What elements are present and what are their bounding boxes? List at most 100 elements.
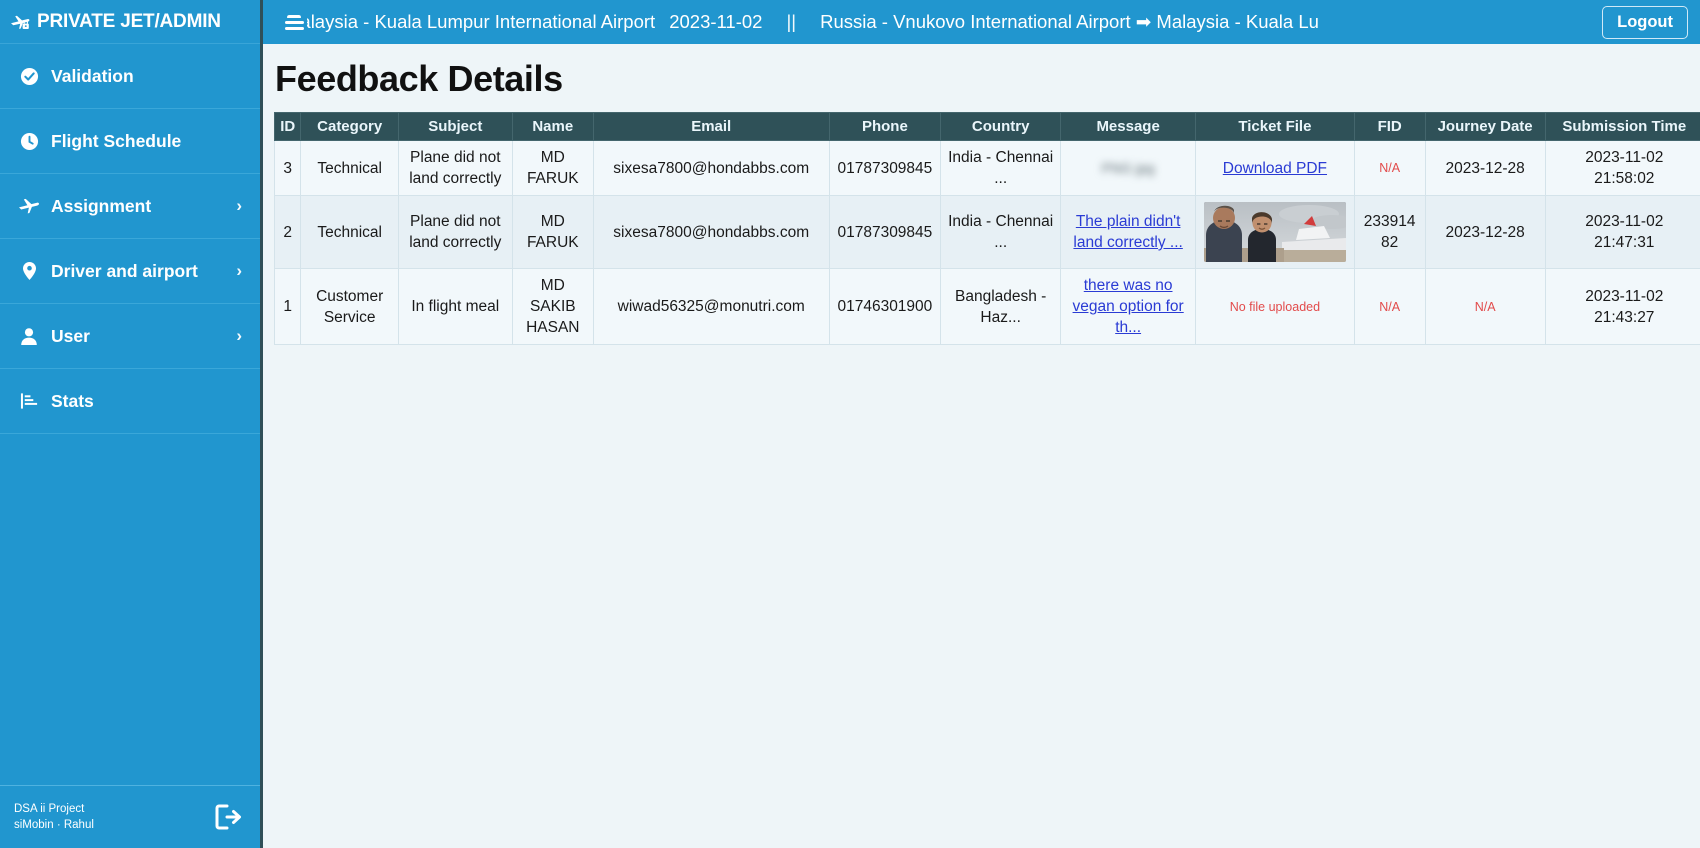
table-body: 3 Technical Plane did not land correctly MD… <box>273 140 1700 345</box>
sidebar-footer: DSA ii Project siMobin · Rahul <box>0 785 260 848</box>
sidebar-item-label: Flight Schedule <box>51 130 182 151</box>
submission-clock: 21:43:27 <box>1594 308 1655 326</box>
cell-message[interactable]: there was no vegan option for th... <box>1060 268 1197 345</box>
cell-phone: 01787309845 <box>828 140 942 196</box>
column-header-category: Category <box>300 112 399 141</box>
project-credits: siMobin · Rahul <box>14 819 94 831</box>
cell-message: PNG jpg <box>1060 140 1197 196</box>
cell-id: 2 <box>273 195 302 269</box>
check-circle-icon <box>18 67 40 86</box>
sidebar-item-stats[interactable]: Stats <box>0 369 260 434</box>
table-row[interactable]: 2 Technical Plane did not land correctly MD… <box>273 195 1700 269</box>
cell-message[interactable]: The plain didn't land correctly ... <box>1060 195 1197 269</box>
cell-journey-date: N/A <box>1424 268 1546 345</box>
cell-name: MD FARUK <box>511 140 594 196</box>
submission-date: 2023-11-02 <box>1585 149 1664 166</box>
feedback-table-wrapper: ID Category Subject Name Email Phone Cou… <box>263 112 1700 345</box>
chevron-right-icon[interactable]: › <box>236 261 242 281</box>
cell-phone: 01787309845 <box>828 195 942 269</box>
page-title: Feedback Details <box>275 58 563 99</box>
cell-ticket-file: No file uploaded <box>1195 268 1355 345</box>
cell-category: Technical <box>300 140 399 196</box>
sidebar-item-driver-and-airport[interactable]: Driver and airport › <box>0 239 260 304</box>
cell-ticket-file[interactable] <box>1195 195 1355 269</box>
cell-id: 1 <box>273 268 302 345</box>
column-header-id: ID <box>273 112 302 141</box>
download-pdf-link[interactable]: Download PDF <box>1223 160 1327 177</box>
cell-email: sixesa7800@hondabbs.com <box>592 195 830 269</box>
cell-journey-date: 2023-12-28 <box>1424 195 1546 269</box>
column-header-submission-time: Submission Time <box>1544 112 1700 141</box>
main-area: Malaysia - Kuala Lumpur International Ai… <box>263 0 1700 848</box>
flight-ticker: Malaysia - Kuala Lumpur International Ai… <box>307 0 1592 44</box>
project-name: DSA ii Project <box>14 803 85 815</box>
plane-icon <box>18 197 40 215</box>
column-header-name: Name <box>511 112 594 141</box>
cell-fid-na-badge: N/A <box>1379 299 1401 314</box>
cell-message-link[interactable]: The plain didn't land correctly ... <box>1073 213 1182 251</box>
cell-message-redacted: PNG jpg <box>1101 159 1155 176</box>
submission-date: 2023-11-02 <box>1585 213 1664 230</box>
chevron-right-icon[interactable]: › <box>236 326 242 346</box>
cell-category: Customer Service <box>300 268 399 345</box>
sidebar-item-label: Driver and airport <box>51 260 198 281</box>
brand-title: PRIVATE JET/ADMIN <box>37 10 221 32</box>
table-row[interactable]: 1 Customer Service In flight meal MD SAKIB … <box>273 268 1700 345</box>
hamburger-icon[interactable] <box>281 9 307 35</box>
sidebar-item-assignment[interactable]: Assignment › <box>0 174 260 239</box>
ticket-file-thumbnail[interactable] <box>1203 202 1346 262</box>
cell-ticket-file[interactable]: Download PDF <box>1195 140 1355 196</box>
ticker-separator: || <box>786 11 797 32</box>
sidebar-item-validation[interactable]: Validation <box>0 44 260 109</box>
clock-icon <box>18 132 40 151</box>
ticker-date: 2023-11-02 <box>669 11 763 32</box>
column-header-ticket-file: Ticket File <box>1195 112 1355 141</box>
cell-email: sixesa7800@hondabbs.com <box>592 140 830 196</box>
column-header-fid: FID <box>1353 112 1426 141</box>
sidebar: PRIVATE JET/ADMIN Validation Flight Sche… <box>0 0 263 848</box>
brand-logo[interactable]: PRIVATE JET/ADMIN <box>0 0 260 44</box>
sidebar-item-flight-schedule[interactable]: Flight Schedule <box>0 109 260 174</box>
top-bar: Malaysia - Kuala Lumpur International Ai… <box>263 0 1700 44</box>
column-header-journey-date: Journey Date <box>1424 112 1546 141</box>
ticker-route-2: Russia - Vnukovo International Airport ➡… <box>820 11 1319 32</box>
submission-date: 2023-11-02 <box>1585 287 1664 305</box>
cell-email: wiwad56325@monutri.com <box>592 268 830 345</box>
user-icon <box>18 327 40 346</box>
cell-journey-date-na-badge: N/A <box>1474 299 1496 314</box>
sidebar-item-label: User <box>51 325 90 346</box>
cell-fid: N/A <box>1353 268 1426 345</box>
column-header-message: Message <box>1060 112 1197 141</box>
column-header-subject: Subject <box>397 112 513 141</box>
submission-clock: 21:47:31 <box>1594 234 1655 251</box>
app-root: PRIVATE JET/ADMIN Validation Flight Sche… <box>0 0 1700 848</box>
table-head: ID Category Subject Name Email Phone Cou… <box>273 112 1700 141</box>
cell-category: Technical <box>300 195 399 269</box>
ticker-airport-1: Malaysia - Kuala Lumpur International Ai… <box>307 11 656 32</box>
bar-chart-icon <box>18 392 40 410</box>
cell-submission-time: 2023-11-02 21:58:02 <box>1544 140 1700 196</box>
plane-lock-icon <box>10 14 30 30</box>
cell-country: Bangladesh - Haz... <box>940 268 1062 345</box>
cell-fid: N/A <box>1353 140 1426 196</box>
cell-name: MD FARUK <box>511 195 594 269</box>
cell-message-link[interactable]: there was no vegan option for th... <box>1073 277 1184 336</box>
cell-journey-date: 2023-12-28 <box>1424 140 1546 196</box>
cell-subject: Plane did not land correctly <box>397 140 513 196</box>
table-row[interactable]: 3 Technical Plane did not land correctly MD… <box>273 140 1700 196</box>
sidebar-item-label: Stats <box>51 390 94 411</box>
chevron-right-icon[interactable]: › <box>236 196 242 216</box>
logout-button[interactable]: Logout <box>1602 5 1688 39</box>
content-area: Feedback Details ID Category Subject Nam… <box>263 44 1700 848</box>
cell-submission-time: 2023-11-02 21:47:31 <box>1544 195 1700 269</box>
sidebar-item-user[interactable]: User › <box>0 304 260 369</box>
cell-fid: 23391482 <box>1353 195 1426 269</box>
feedback-table: ID Category Subject Name Email Phone Cou… <box>273 112 1700 345</box>
column-header-phone: Phone <box>828 112 942 141</box>
cell-country: India - Chennai ... <box>940 140 1062 196</box>
cell-country: India - Chennai ... <box>940 195 1062 269</box>
cell-submission-time: 2023-11-02 21:43:27 <box>1544 268 1700 345</box>
cell-ticket-file-empty-label: No file uploaded <box>1229 299 1321 314</box>
cell-id: 3 <box>273 140 302 196</box>
logout-icon[interactable] <box>215 804 242 830</box>
